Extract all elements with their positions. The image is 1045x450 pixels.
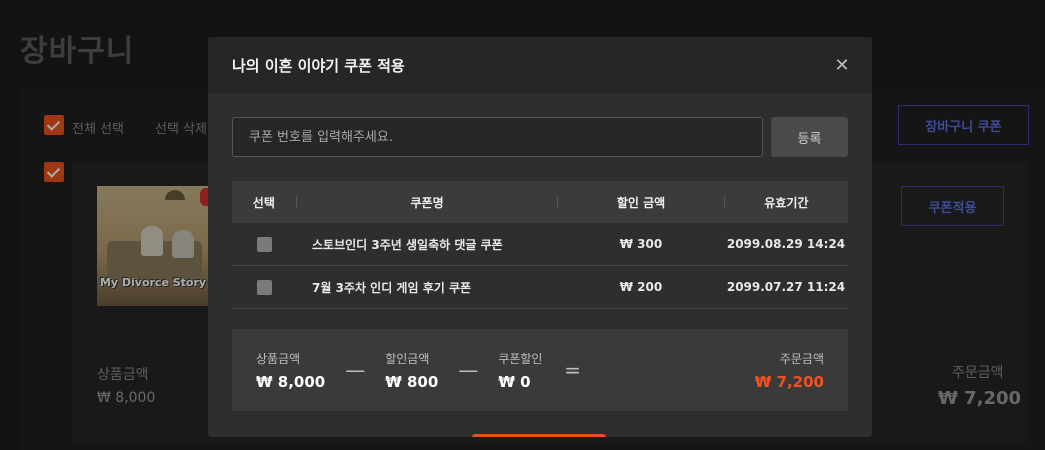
summary-discount: 할인금액 ₩ 800	[385, 350, 438, 391]
table-row[interactable]: 스토브인디 3주년 생일축하 댓글 쿠폰 ₩ 300 2099.08.29 14…	[232, 223, 848, 266]
coupon-discount: ₩ 300	[619, 237, 663, 251]
summary-coupon-label: 쿠폰할인	[498, 351, 543, 366]
summary-total-label: 주문금액	[779, 351, 824, 366]
header-discount: 할인 금액	[616, 195, 666, 210]
summary-product: 상품금액 ₩ 8,000	[256, 350, 325, 391]
header-coupon-name: 쿠폰명	[410, 195, 444, 210]
modal-title: 나의 이혼 이야기 쿠폰 적용	[232, 56, 405, 75]
header-select: 선택	[252, 195, 275, 210]
coupon-name: 스토브인디 3주년 생일축하 댓글 쿠폰	[312, 237, 503, 252]
coupon-checkbox[interactable]	[256, 236, 272, 252]
coupon-modal: 나의 이혼 이야기 쿠폰 적용 ✕ 등록 선택 쿠폰명 할인 금액 유효기간 스…	[208, 37, 872, 437]
coupon-table: 선택 쿠폰명 할인 금액 유효기간 스토브인디 3주년 생일축하 댓글 쿠폰 ₩…	[232, 181, 848, 309]
price-summary: 상품금액 ₩ 8,000 — 할인금액 ₩ 800 — 쿠폰할인 ₩ 0 = 주…	[232, 329, 848, 411]
table-row[interactable]: 7월 3주차 인디 게임 후기 쿠폰 ₩ 200 2099.07.27 11:2…	[232, 266, 848, 309]
coupon-expiry: 2099.08.29 14:24	[726, 237, 846, 251]
coupon-discount: ₩ 200	[619, 280, 663, 294]
summary-coupon-value: ₩ 0	[498, 372, 531, 391]
summary-product-value: ₩ 8,000	[256, 372, 326, 391]
equals-icon: =	[564, 358, 581, 382]
summary-product-label: 상품금액	[256, 351, 301, 366]
coupon-entry-row: 등록	[232, 117, 848, 157]
summary-discount-value: ₩ 800	[385, 372, 439, 391]
summary-total: 주문금액 ₩ 7,200	[755, 350, 824, 391]
table-header: 선택 쿠폰명 할인 금액 유효기간	[232, 181, 848, 223]
summary-coupon: 쿠폰할인 ₩ 0	[498, 350, 542, 391]
coupon-checkbox[interactable]	[256, 279, 272, 295]
minus-icon: —	[458, 358, 479, 382]
coupon-code-input[interactable]	[232, 117, 763, 157]
coupon-expiry: 2099.07.27 11:24	[726, 280, 846, 294]
modal-header: 나의 이혼 이야기 쿠폰 적용 ✕	[208, 37, 872, 93]
close-icon[interactable]: ✕	[832, 55, 852, 76]
summary-total-value: ₩ 7,200	[754, 372, 824, 391]
minus-icon: —	[345, 358, 366, 382]
register-button[interactable]: 등록	[771, 117, 848, 157]
summary-discount-label: 할인금액	[385, 351, 430, 366]
coupon-name: 7월 3주차 인디 게임 후기 쿠폰	[312, 280, 472, 295]
confirm-button[interactable]	[472, 434, 606, 437]
header-expiry: 유효기간	[764, 195, 809, 210]
